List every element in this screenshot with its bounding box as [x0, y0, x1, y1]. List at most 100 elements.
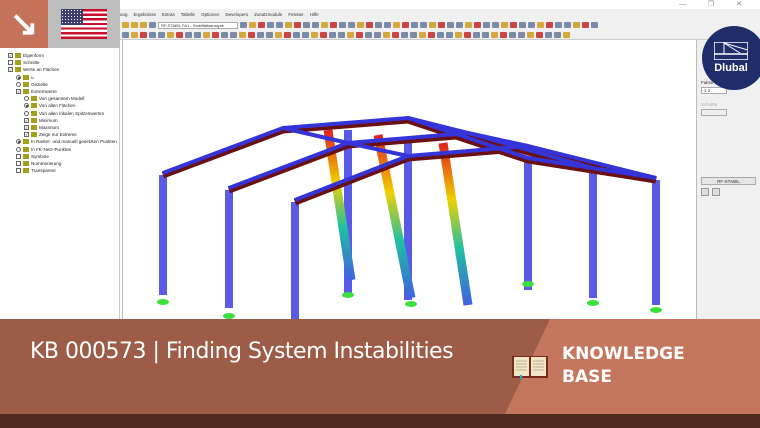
toolbar-icon[interactable]: [239, 32, 246, 38]
radio-button[interactable]: [16, 146, 21, 152]
checkbox[interactable]: ✓: [24, 132, 29, 138]
tree-item[interactable]: ✓ Werte an Flächen: [8, 66, 59, 73]
toolbar-icon[interactable]: [402, 22, 409, 28]
tree-item[interactable]: ✓ Eigenform: [8, 52, 44, 59]
toolbar-icon[interactable]: [509, 32, 516, 38]
toolbar-icon[interactable]: [356, 32, 363, 38]
menu-item[interactable]: Ergebnisse: [134, 12, 157, 20]
radio-button[interactable]: [24, 103, 29, 109]
radio-button[interactable]: [16, 81, 21, 87]
toolbar-icon[interactable]: [527, 32, 534, 38]
toolbar-icon[interactable]: [275, 32, 282, 38]
toolbar-icon[interactable]: [474, 22, 481, 28]
toolbar-icon[interactable]: [285, 22, 292, 28]
checkbox[interactable]: ✓: [24, 125, 29, 130]
toolbar-icon[interactable]: [284, 32, 291, 38]
toolbar-icon[interactable]: [276, 22, 283, 28]
toolbar-icon[interactable]: [338, 32, 345, 38]
toolbar-icon[interactable]: [591, 22, 598, 28]
toolbar-icon[interactable]: [293, 32, 300, 38]
toolbar-icon[interactable]: [536, 32, 543, 38]
toolbar-icon[interactable]: [518, 32, 525, 38]
toolbar-icon[interactable]: [546, 22, 553, 28]
toolbar-icon[interactable]: [321, 22, 328, 28]
tree-item[interactable]: Schnitte: [8, 59, 40, 66]
settings-icon[interactable]: [712, 188, 720, 196]
checkbox[interactable]: [8, 60, 13, 66]
toolbar-icon[interactable]: [248, 32, 255, 38]
toolbar-icon[interactable]: [294, 22, 301, 28]
edit-icon[interactable]: [701, 188, 709, 196]
toolbar-icon[interactable]: [194, 32, 201, 38]
tree-item[interactable]: ✓ Minimum: [24, 117, 58, 124]
toolbar-icon[interactable]: [446, 32, 453, 38]
checkbox[interactable]: ✓: [24, 117, 29, 123]
toolbar-icon[interactable]: [500, 32, 507, 38]
toolbar-icon[interactable]: [365, 32, 372, 38]
toolbar-icon[interactable]: [456, 22, 463, 28]
radio-button[interactable]: [24, 96, 29, 102]
toolbar-icon[interactable]: [240, 22, 247, 28]
toolbar-icon[interactable]: [267, 22, 274, 28]
toolbar-icon[interactable]: [464, 32, 471, 38]
toolbar-icon[interactable]: [230, 32, 237, 38]
checkbox[interactable]: [16, 168, 21, 174]
toolbar-icon[interactable]: [203, 32, 210, 38]
toolbar-icon[interactable]: [420, 22, 427, 28]
toolbar-icon[interactable]: [366, 22, 373, 28]
toolbar-icon[interactable]: [374, 32, 381, 38]
toolbar-icon[interactable]: [158, 32, 165, 38]
toolbar-icon[interactable]: [563, 32, 570, 38]
toolbar-icon[interactable]: [149, 22, 156, 28]
radio-button[interactable]: [16, 139, 21, 145]
toolbar-icon[interactable]: [311, 32, 318, 38]
tree-item[interactable]: Symbole: [16, 153, 49, 160]
tree-item[interactable]: Gezielte: [16, 81, 48, 88]
menu-item[interactable]: Zusatzmodule: [254, 12, 282, 20]
toolbar-icon[interactable]: [528, 22, 535, 28]
toolbar-icon[interactable]: [122, 32, 129, 38]
language-selector[interactable]: [48, 0, 120, 48]
toolbar-icon[interactable]: [501, 22, 508, 28]
toolbar-icon[interactable]: [491, 32, 498, 38]
toolbar-icon[interactable]: [419, 32, 426, 38]
toolbar-icon[interactable]: [302, 32, 309, 38]
toolbar-icon[interactable]: [411, 22, 418, 28]
toolbar-icon[interactable]: [554, 32, 561, 38]
tree-item[interactable]: ✓ Maximum: [24, 124, 59, 131]
toolbar-icon[interactable]: [545, 32, 552, 38]
toolbar-icon[interactable]: [320, 32, 327, 38]
toolbar-icon[interactable]: [437, 32, 444, 38]
toolbar-icon[interactable]: [483, 22, 490, 28]
checkbox[interactable]: [16, 161, 21, 166]
toolbar-icon[interactable]: [140, 22, 147, 28]
toolbar-icon[interactable]: [393, 22, 400, 28]
toolbar-icon[interactable]: [330, 22, 337, 28]
toolbar-icon[interactable]: [555, 22, 562, 28]
window-controls[interactable]: — ❐ ✕: [679, 0, 752, 8]
toolbar-icon[interactable]: [266, 32, 273, 38]
tree-item[interactable]: In FE-Netz-Punkten: [16, 146, 71, 153]
toolbar-icon[interactable]: [410, 32, 417, 38]
tree-item[interactable]: ✓ Extremwerte: [16, 88, 57, 95]
checkbox[interactable]: ✓: [16, 89, 21, 94]
toolbar-icon[interactable]: [176, 32, 183, 38]
toolbar-icon[interactable]: [455, 32, 462, 38]
toolbar-icon[interactable]: [519, 22, 526, 28]
toolbar-icon[interactable]: [185, 32, 192, 38]
menu-item[interactable]: Fenster: [288, 12, 303, 20]
menu-item[interactable]: Tabelle: [181, 12, 195, 20]
schnitte-input[interactable]: [701, 109, 727, 116]
toolbar-icon[interactable]: [348, 22, 355, 28]
toolbar-icon[interactable]: [582, 22, 589, 28]
toolbar-icon[interactable]: [573, 22, 580, 28]
toolbar-icon[interactable]: [131, 22, 138, 28]
toolbar-icon[interactable]: [429, 22, 436, 28]
menu-item[interactable]: Developers: [225, 12, 248, 20]
toolbar-icon[interactable]: [131, 32, 138, 38]
menu-item[interactable]: Extras: [162, 12, 175, 20]
toolbar-icon[interactable]: [312, 22, 319, 28]
checkbox[interactable]: ✓: [8, 53, 13, 58]
toolbar-icon[interactable]: [383, 32, 390, 38]
toolbar-icon[interactable]: [167, 32, 174, 38]
